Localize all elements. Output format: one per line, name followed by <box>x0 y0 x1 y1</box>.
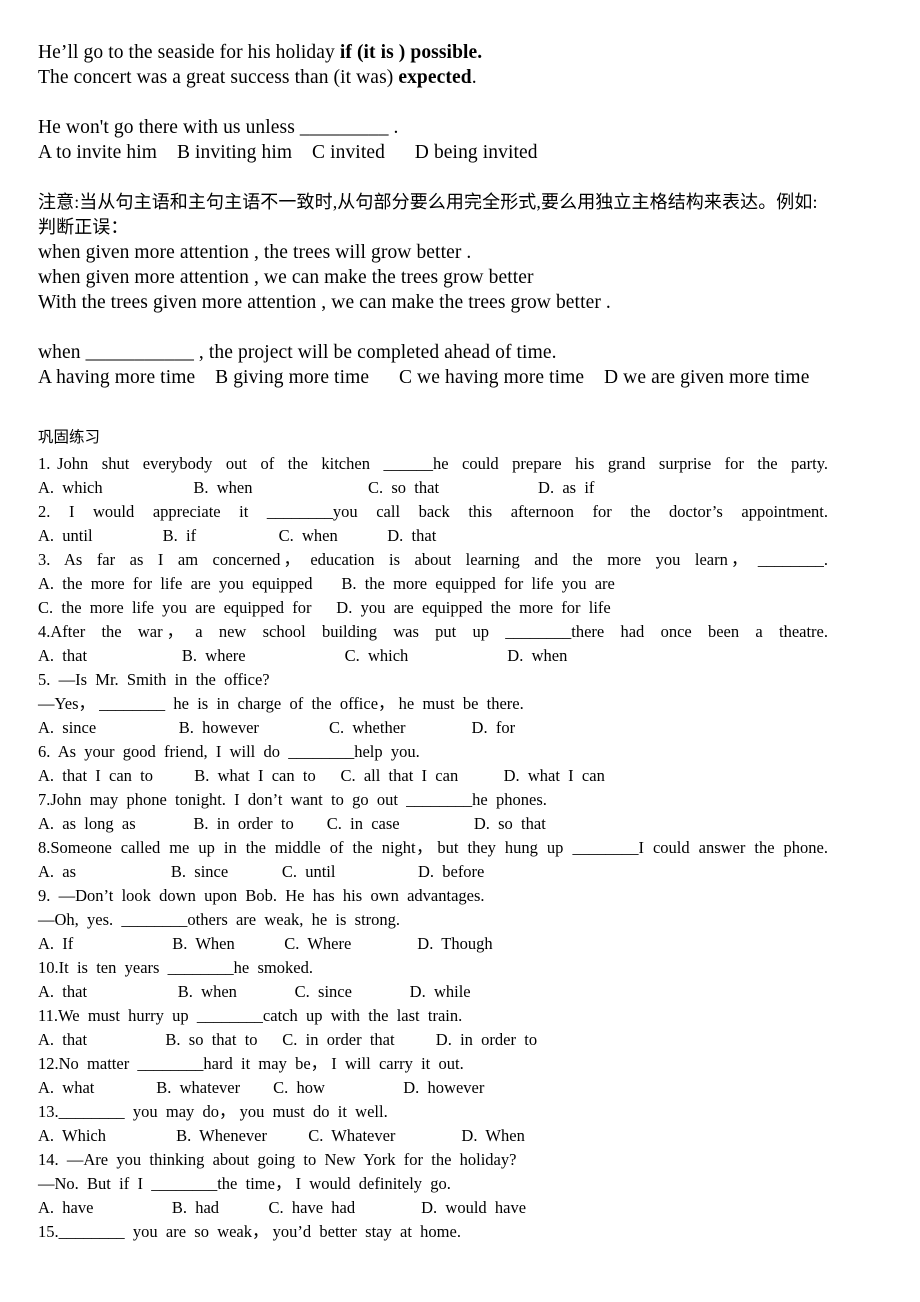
question-9-stem-reply: —Oh, yes. ________others are weak, he is… <box>38 910 401 929</box>
question-7-options: A. as long as B. in order to C. in case … <box>38 814 546 833</box>
question-3-options-cd: C. the more life you are equipped for D.… <box>38 598 611 617</box>
question-1-options: A. which B. when C. so that D. as if <box>38 478 595 497</box>
question-3-stem: 3. As far as I am concerned， education i… <box>38 550 828 569</box>
question-14-options: A. have B. had C. have had D. would have <box>38 1198 527 1217</box>
question-8-options: A. as B. since C. until D. before <box>38 862 485 881</box>
note-line-1: He’ll go to the seaside for his holiday … <box>38 40 886 65</box>
document-page: He’ll go to the seaside for his holiday … <box>0 0 920 1302</box>
note-line-11: With the trees given more attention , we… <box>38 292 611 313</box>
question-11-stem: 11.We must hurry up ________catch up wit… <box>38 1006 463 1025</box>
note-line-7-chinese-tip: 注意:当从句主语和主句主语不一致时,从句部分要么用完全形式,要么用独立主格结构来… <box>38 192 818 212</box>
drill-questions-block: 1. John shut everybody out of the kitche… <box>38 452 828 1244</box>
question-9-stem: 9. —Don’t look down upon Bob. He has his… <box>38 886 485 905</box>
note-line-9: when given more attention , the trees wi… <box>38 242 472 263</box>
note-line-2-post: . <box>471 67 477 88</box>
question-13-options: A. Which B. Whenever C. Whatever D. When <box>38 1126 525 1145</box>
question-11-options: A. that B. so that to C. in order that D… <box>38 1030 538 1049</box>
question-5-stem-reply: —Yes， ________ he is in charge of the of… <box>38 694 524 713</box>
note-line-14-options: A having more time B giving more time C … <box>38 367 810 388</box>
question-5-stem: 5. —Is Mr. Smith in the office? <box>38 670 270 689</box>
note-line-1-text: He’ll go to the seaside for his holiday <box>38 42 340 63</box>
drill-section-heading: 巩固练习 <box>38 429 101 446</box>
note-line-2-text: The concert was a great success than (it… <box>38 67 399 88</box>
question-7-stem: 7.John may phone tonight. I don’t want t… <box>38 790 547 809</box>
question-9-options: A. If B. When C. Where D. Though <box>38 934 493 953</box>
question-8-stem: 8.Someone called me up in the middle of … <box>38 838 828 857</box>
question-4-options: A. that B. where C. which D. when <box>38 646 568 665</box>
note-line-13: when ___________ , the project will be c… <box>38 342 557 363</box>
question-5-options: A. since B. however C. whether D. for <box>38 718 516 737</box>
question-14-stem-reply: —No. But if I ________the time， I would … <box>38 1174 451 1193</box>
note-line-8-chinese-judge: 判断正误： <box>38 217 129 237</box>
note-line-2-bold: expected <box>398 67 472 88</box>
question-12-options: A. what B. whatever C. how D. however <box>38 1078 485 1097</box>
question-14-stem: 14. —Are you thinking about going to New… <box>38 1150 517 1169</box>
question-10-options: A. that B. when C. since D. while <box>38 982 471 1001</box>
question-12-stem: 12.No matter ________hard it may be， I w… <box>38 1054 464 1073</box>
note-line-10: when given more attention , we can make … <box>38 267 534 288</box>
question-4-stem: 4.After the war， a new school building w… <box>38 622 828 641</box>
question-2-stem: 2. I would appreciate it ________you cal… <box>38 502 828 521</box>
grammar-notes-block: He’ll go to the seaside for his holiday … <box>38 40 886 390</box>
question-10-stem: 10.It is ten years ________he smoked. <box>38 958 313 977</box>
question-6-options: A. that I can to B. what I can to C. all… <box>38 766 605 785</box>
question-6-stem: 6. As your good friend, I will do ______… <box>38 742 420 761</box>
question-15-stem: 15.________ you are so weak， you’d bette… <box>38 1222 461 1241</box>
question-2-options: A. until B. if C. when D. that <box>38 526 437 545</box>
question-1-stem: 1. John shut everybody out of the kitche… <box>38 454 828 473</box>
note-line-1-bold: if (it is ) possible. <box>339 42 483 63</box>
note-line-2: The concert was a great success than (it… <box>38 65 886 90</box>
note-line-5-options: A to invite him B inviting him C invited… <box>38 142 538 163</box>
note-line-4: He won't go there with us unless _______… <box>38 117 399 138</box>
question-3-options-ab: A. the more for life are you equipped B.… <box>38 574 615 593</box>
question-13-stem: 13.________ you may do， you must do it w… <box>38 1102 388 1121</box>
